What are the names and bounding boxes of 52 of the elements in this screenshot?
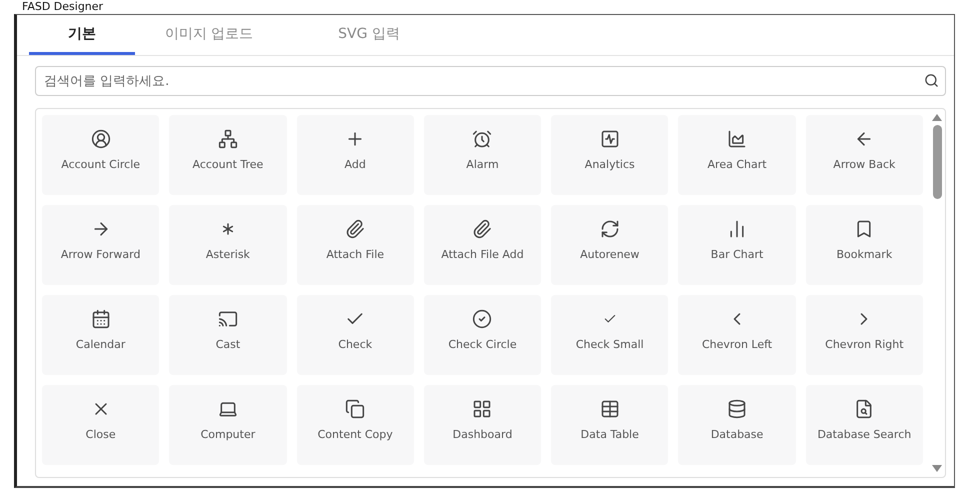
icon-tile[interactable]: Computer xyxy=(169,385,287,465)
icon-tile[interactable]: Analytics xyxy=(551,115,668,195)
icon-tile[interactable]: Cast xyxy=(169,295,287,375)
scroll-up-icon[interactable] xyxy=(932,113,942,121)
icon-tile[interactable]: Content Copy xyxy=(296,385,414,465)
icon-tile[interactable]: Asterisk xyxy=(169,205,287,285)
table-icon xyxy=(600,399,620,419)
icon-tile[interactable]: Check Circle xyxy=(424,295,542,375)
tab[interactable]: 기본 xyxy=(29,15,135,55)
icon-tile[interactable]: Attach File xyxy=(296,205,414,285)
tab[interactable]: 이미지 업로드 xyxy=(135,15,283,55)
chart-square-icon xyxy=(600,129,620,149)
window-title: FASD Designer xyxy=(21,0,104,14)
search-field[interactable]: 검색어를 입력하세요. xyxy=(35,66,946,96)
refresh-icon xyxy=(600,219,620,239)
icon-tile[interactable]: Database Search xyxy=(806,385,923,465)
icon-tile[interactable]: Check xyxy=(296,295,414,375)
icon-tile[interactable]: Bookmark xyxy=(806,205,923,285)
database-icon xyxy=(727,399,748,419)
area-chart-icon xyxy=(727,129,748,149)
icon-tile[interactable]: Database xyxy=(678,385,796,465)
icon-tile[interactable]: Area Chart xyxy=(678,115,796,195)
cast-icon xyxy=(218,309,238,329)
check-circle-icon xyxy=(472,309,492,329)
scroll-down-icon[interactable] xyxy=(932,465,942,473)
icon-tile[interactable]: Alarm xyxy=(424,115,542,195)
icon-tile[interactable]: Data Table xyxy=(551,385,668,465)
icon-tile[interactable]: Chevron Right xyxy=(806,295,923,375)
tree-icon xyxy=(218,129,238,149)
icon-tile[interactable]: Dashboard xyxy=(424,385,542,465)
user-circle-icon xyxy=(90,129,111,149)
icon-tile[interactable]: Account Tree xyxy=(169,115,287,195)
icon-tile[interactable]: Add xyxy=(296,115,414,195)
grid-icon xyxy=(472,399,492,419)
icon-tile[interactable]: Autorenew xyxy=(551,205,668,285)
icon-tile[interactable]: Calendar xyxy=(42,295,160,375)
copy-icon xyxy=(345,399,366,419)
search-icon[interactable] xyxy=(924,73,939,88)
icon-tile[interactable]: Bar Chart xyxy=(678,205,796,285)
icon-tile[interactable]: Close xyxy=(42,385,160,465)
icon-tile[interactable]: Arrow Forward xyxy=(42,205,160,285)
calendar-icon xyxy=(90,309,111,329)
icon-tile[interactable]: Check Small xyxy=(551,295,668,375)
icon-tile[interactable]: Chevron Left xyxy=(678,295,796,375)
alarm-clock-icon xyxy=(472,129,492,149)
scroll-thumb[interactable] xyxy=(932,125,942,199)
tab[interactable]: SVG 입력 xyxy=(283,15,455,55)
paperclip-icon xyxy=(472,219,492,239)
icon-tile[interactable]: Arrow Back xyxy=(806,115,923,195)
icon-tile[interactable]: Account Circle xyxy=(42,115,160,195)
paperclip-icon xyxy=(345,219,366,239)
icon-tile[interactable]: Attach File Add xyxy=(424,205,542,285)
